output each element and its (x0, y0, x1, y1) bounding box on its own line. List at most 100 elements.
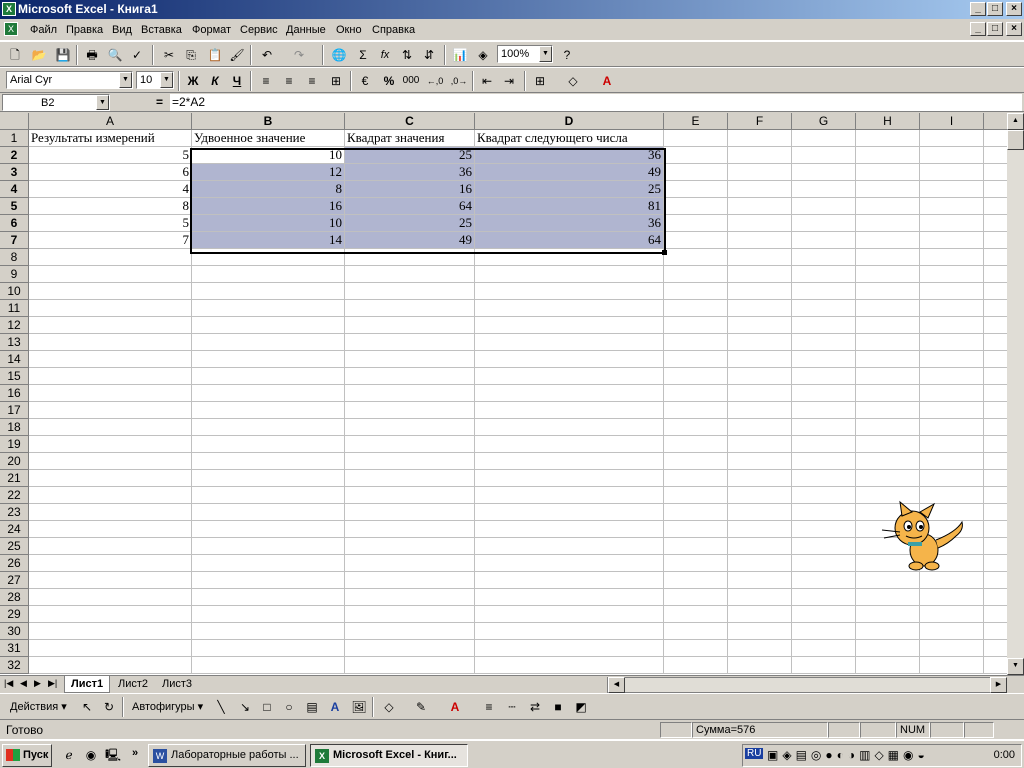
cell-b14[interactable] (192, 351, 345, 368)
row-header[interactable]: 17 (0, 402, 29, 419)
workbook-icon[interactable]: X (4, 22, 18, 36)
office-assistant-cat[interactable] (878, 500, 966, 572)
new-icon[interactable]: 🗋 (6, 46, 24, 64)
cell-g10[interactable] (792, 283, 856, 300)
row-header[interactable]: 7 (0, 232, 29, 249)
cell-j21[interactable] (984, 470, 1007, 487)
line-style-icon[interactable]: ≡ (480, 698, 498, 716)
row-header[interactable]: 23 (0, 504, 29, 521)
cell-d25[interactable] (475, 538, 664, 555)
cell-e28[interactable] (664, 589, 728, 606)
cell-i21[interactable] (920, 470, 984, 487)
cell-d1[interactable]: Квадрат следующего числа (475, 130, 664, 147)
cell-g16[interactable] (792, 385, 856, 402)
row-header[interactable]: 16 (0, 385, 29, 402)
row-header[interactable]: 5 (0, 198, 29, 215)
cell-c15[interactable] (345, 368, 475, 385)
cell-b32[interactable] (192, 657, 345, 674)
cell-e7[interactable] (664, 232, 728, 249)
thousands-button[interactable]: 000 (402, 72, 420, 90)
cell-a15[interactable] (29, 368, 192, 385)
cell-h19[interactable] (856, 436, 920, 453)
cell-h9[interactable] (856, 266, 920, 283)
cell-i3[interactable] (920, 164, 984, 181)
column-header-i[interactable]: I (920, 113, 984, 130)
cell-e21[interactable] (664, 470, 728, 487)
undo-icon[interactable]: ↶ (258, 46, 276, 64)
cell-b26[interactable] (192, 555, 345, 572)
sort-asc-icon[interactable]: ⇅ (398, 46, 416, 64)
cell-g11[interactable] (792, 300, 856, 317)
wordart-icon[interactable]: A (326, 698, 344, 716)
cell-h5[interactable] (856, 198, 920, 215)
cell-f12[interactable] (728, 317, 792, 334)
row-header[interactable]: 13 (0, 334, 29, 351)
cell-g25[interactable] (792, 538, 856, 555)
row-header[interactable]: 11 (0, 300, 29, 317)
sheet-tab-3[interactable]: Лист3 (156, 676, 198, 693)
cell-g21[interactable] (792, 470, 856, 487)
cell-f22[interactable] (728, 487, 792, 504)
row-header[interactable]: 4 (0, 181, 29, 198)
cell-i29[interactable] (920, 606, 984, 623)
cell-f26[interactable] (728, 555, 792, 572)
scroll-down-icon[interactable]: ▼ (1007, 658, 1024, 675)
open-icon[interactable]: 📂 (30, 46, 48, 64)
cell-d2[interactable]: 36 (475, 147, 664, 164)
cell-i17[interactable] (920, 402, 984, 419)
cell-e25[interactable] (664, 538, 728, 555)
fill-color-icon[interactable]: ◇ (564, 72, 582, 90)
cell-i20[interactable] (920, 453, 984, 470)
cell-i27[interactable] (920, 572, 984, 589)
cell-c30[interactable] (345, 623, 475, 640)
cell-g12[interactable] (792, 317, 856, 334)
menu-view[interactable]: Вид (112, 24, 132, 36)
autoshapes-menu[interactable]: Автофигуры ▾ (132, 700, 203, 713)
3d-icon[interactable]: ◩ (572, 698, 590, 716)
cell-h1[interactable] (856, 130, 920, 147)
cell-f14[interactable] (728, 351, 792, 368)
cell-j18[interactable] (984, 419, 1007, 436)
task-excel[interactable]: X Microsoft Excel - Книг... (310, 744, 468, 767)
cell-h29[interactable] (856, 606, 920, 623)
cell-g2[interactable] (792, 147, 856, 164)
cell-a7[interactable]: 7 (29, 232, 192, 249)
cell-c31[interactable] (345, 640, 475, 657)
cell-d15[interactable] (475, 368, 664, 385)
cell-i12[interactable] (920, 317, 984, 334)
cell-f9[interactable] (728, 266, 792, 283)
cell-i13[interactable] (920, 334, 984, 351)
horizontal-scrollbar[interactable]: ◀ ▶ (607, 677, 1007, 693)
cell-d4[interactable]: 25 (475, 181, 664, 198)
cell-d11[interactable] (475, 300, 664, 317)
font-select[interactable]: Arial Cyr ▼ (6, 71, 133, 89)
cell-g28[interactable] (792, 589, 856, 606)
cell-a2[interactable]: 5 (29, 147, 192, 164)
cell-c10[interactable] (345, 283, 475, 300)
cell-e16[interactable] (664, 385, 728, 402)
cell-i6[interactable] (920, 215, 984, 232)
column-header-b[interactable]: B (192, 113, 345, 130)
cell-g3[interactable] (792, 164, 856, 181)
cell-c3[interactable]: 36 (345, 164, 475, 181)
cell-j26[interactable] (984, 555, 1007, 572)
cell-f15[interactable] (728, 368, 792, 385)
minimize-button[interactable]: _ (970, 2, 986, 16)
cell-b22[interactable] (192, 487, 345, 504)
cell-h16[interactable] (856, 385, 920, 402)
cell-e13[interactable] (664, 334, 728, 351)
cell-f19[interactable] (728, 436, 792, 453)
cell-e6[interactable] (664, 215, 728, 232)
cell-i14[interactable] (920, 351, 984, 368)
increase-indent-icon[interactable]: ⇥ (500, 72, 518, 90)
cell-a16[interactable] (29, 385, 192, 402)
cell-g14[interactable] (792, 351, 856, 368)
row-header[interactable]: 3 (0, 164, 29, 181)
clock[interactable]: 0:00 (994, 749, 1015, 761)
cell-f27[interactable] (728, 572, 792, 589)
cell-e30[interactable] (664, 623, 728, 640)
cell-g15[interactable] (792, 368, 856, 385)
cell-h10[interactable] (856, 283, 920, 300)
cell-e15[interactable] (664, 368, 728, 385)
row-header[interactable]: 8 (0, 249, 29, 266)
